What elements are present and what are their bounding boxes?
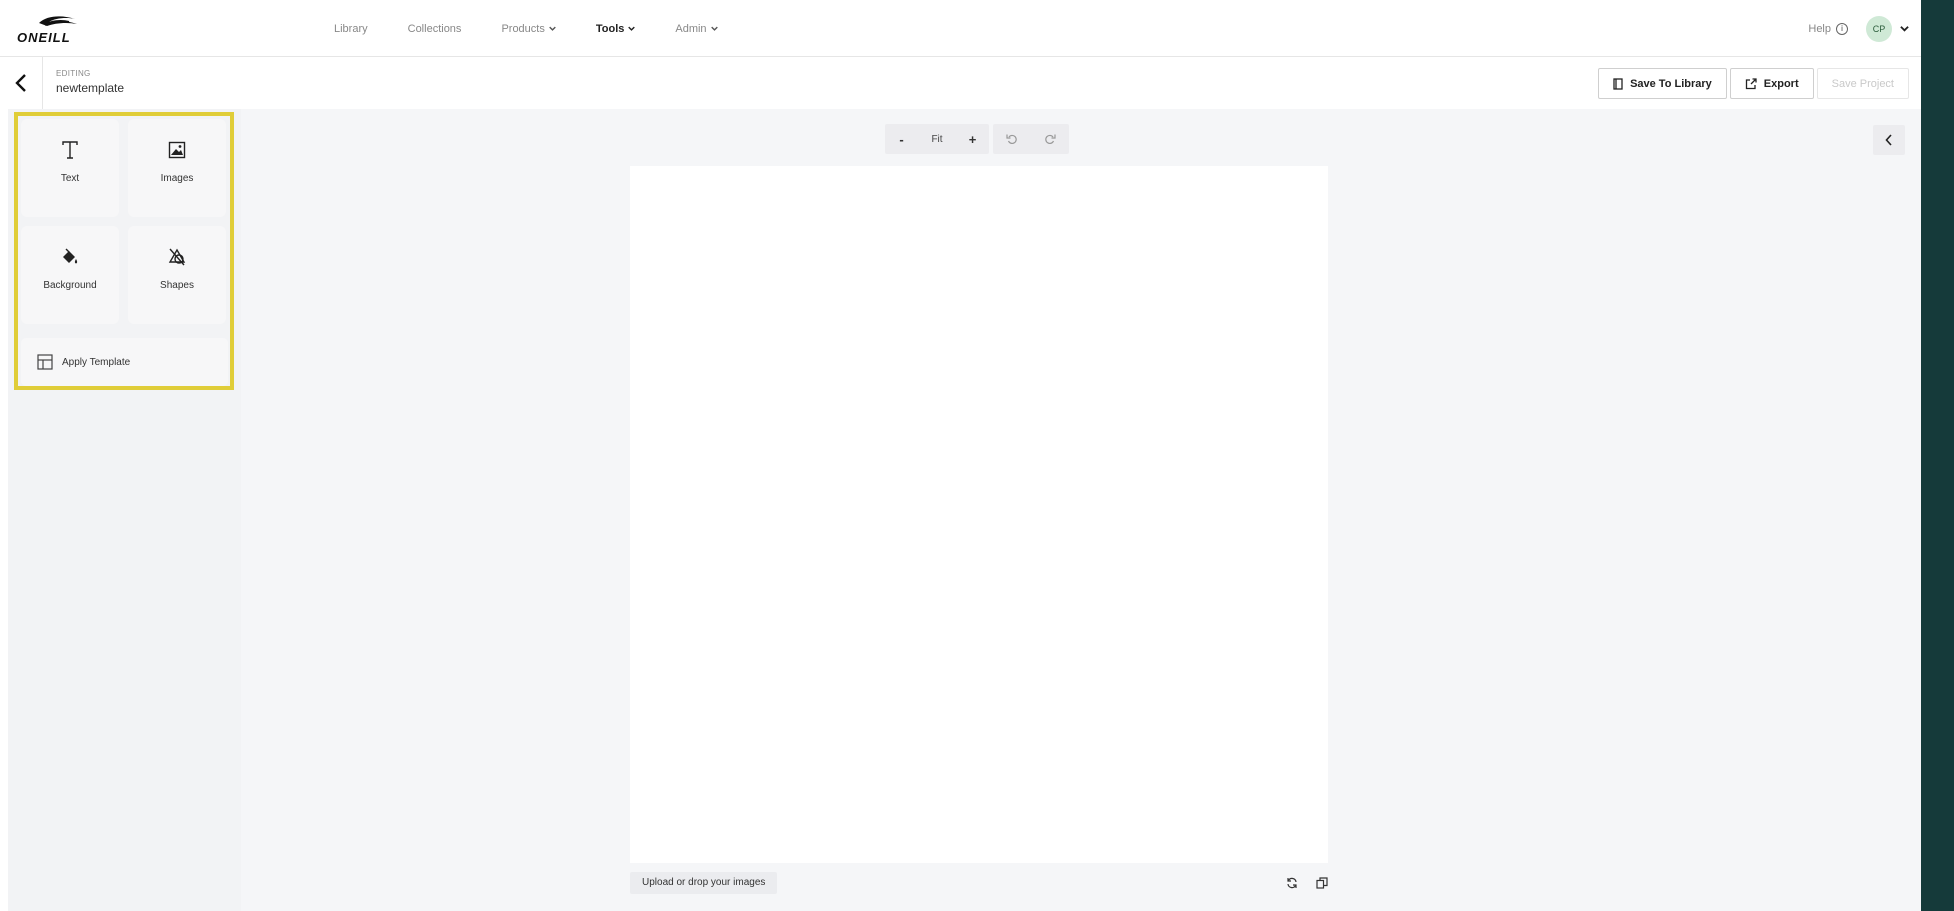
chevron-left-icon <box>15 74 26 92</box>
nav-library[interactable]: Library <box>334 23 368 35</box>
undo-button[interactable] <box>993 124 1031 154</box>
tool-label: Images <box>160 173 194 184</box>
button-label: Save Project <box>1831 77 1894 90</box>
project-info: EDITING newtemplate <box>56 69 124 95</box>
duplicate-page-button[interactable] <box>1310 872 1334 894</box>
svg-text:ONEILL: ONEILL <box>17 30 71 44</box>
book-icon <box>1613 77 1623 90</box>
history-controls <box>993 124 1069 154</box>
oneill-logo[interactable]: ONEILL <box>17 14 97 45</box>
shapes-tool[interactable]: Shapes <box>128 226 226 324</box>
image-icon <box>168 138 186 162</box>
project-name: newtemplate <box>56 81 125 95</box>
editor-actions: Save To Library Export Save Project <box>1595 68 1909 99</box>
text-tool[interactable]: Text <box>21 119 119 217</box>
tools-highlight: Text Images Background Shapes Apply Temp… <box>14 112 234 390</box>
undo-icon <box>1006 134 1017 145</box>
chevron-down-icon[interactable] <box>1900 24 1909 33</box>
chevron-down-icon <box>549 26 556 31</box>
back-button[interactable] <box>0 57 43 109</box>
zoom-in-button[interactable]: + <box>956 124 989 154</box>
tools-panel: Text Images Background Shapes Apply Temp… <box>8 109 241 911</box>
editor-header: EDITING newtemplate Save To Library Expo… <box>0 57 1921 109</box>
editing-label: EDITING <box>56 69 91 78</box>
template-icon <box>37 354 53 370</box>
tool-label: Shapes <box>160 280 194 291</box>
export-button[interactable]: Export <box>1729 68 1814 99</box>
refresh-icon <box>1287 877 1297 889</box>
redo-icon <box>1045 134 1056 145</box>
button-label: Export <box>1763 77 1799 90</box>
apply-template-button[interactable]: Apply Template <box>21 338 228 386</box>
collapse-panel-button[interactable] <box>1873 125 1905 155</box>
redo-button[interactable] <box>1031 124 1069 154</box>
save-to-library-button[interactable]: Save To Library <box>1598 68 1727 99</box>
upload-images-button[interactable]: Upload or drop your images <box>630 872 778 894</box>
chevron-left-icon <box>1885 134 1892 146</box>
avatar[interactable]: CP <box>1866 15 1892 42</box>
shapes-icon <box>168 245 186 269</box>
nav-label: Tools <box>595 22 625 35</box>
canvas-area: - Fit + Upload or drop your images <box>241 109 1921 911</box>
apply-template-label: Apply Template <box>62 356 131 368</box>
export-icon <box>1745 77 1757 89</box>
page-actions <box>1274 872 1334 894</box>
background-tool[interactable]: Background <box>21 226 119 324</box>
nav-label: Library <box>334 22 368 35</box>
nav-label: Products <box>501 22 545 35</box>
nav-label: Admin <box>675 22 707 35</box>
text-icon <box>61 138 79 162</box>
nav-tools[interactable]: Tools <box>596 23 636 35</box>
duplicate-icon <box>1316 877 1328 889</box>
zoom-fit-button[interactable]: Fit <box>918 124 956 154</box>
paint-bucket-icon <box>61 245 79 269</box>
nav-collections[interactable]: Collections <box>408 23 462 35</box>
save-project-button[interactable]: Save Project <box>1816 68 1909 99</box>
nav-admin[interactable]: Admin <box>675 22 718 35</box>
zoom-controls: - Fit + <box>885 124 989 154</box>
zoom-toolbar: - Fit + <box>885 124 1069 154</box>
zoom-out-button[interactable]: - <box>885 124 918 154</box>
design-canvas-page[interactable] <box>630 166 1328 863</box>
info-icon: i <box>1836 22 1848 35</box>
top-navigation: ONEILL Library Collections Products Tool… <box>0 0 1921 57</box>
help-link[interactable]: Help i <box>1808 22 1848 35</box>
button-label: Save To Library <box>1630 77 1712 90</box>
main-nav: Library Collections Products Tools Admin <box>334 0 758 57</box>
help-label: Help <box>1808 22 1831 35</box>
user-area: Help i CP <box>1808 0 1909 57</box>
replace-page-button[interactable] <box>1280 872 1304 894</box>
background-side-strip <box>1921 0 1954 911</box>
nav-label: Collections <box>407 22 462 35</box>
tool-label: Background <box>43 280 97 291</box>
images-tool[interactable]: Images <box>128 119 226 217</box>
nav-products[interactable]: Products <box>501 22 556 35</box>
chevron-down-icon <box>710 26 718 31</box>
tool-label: Text <box>60 173 80 184</box>
chevron-down-icon <box>628 26 636 31</box>
app-window: ONEILL Library Collections Products Tool… <box>0 0 1921 911</box>
